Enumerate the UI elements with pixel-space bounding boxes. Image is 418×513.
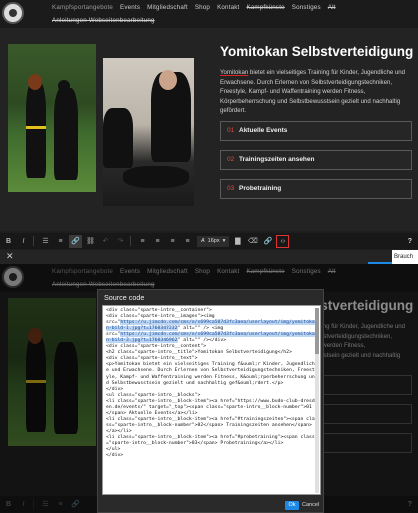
bold-icon[interactable]: B [2, 235, 15, 248]
training-photo-2 [103, 58, 194, 206]
bullet-list-icon[interactable]: ☰ [39, 235, 52, 248]
source-code-textarea[interactable]: <div class="sparte-intro__container"> <d… [102, 305, 321, 495]
block-aktuelle-events[interactable]: 01 Aktuelle Events [220, 121, 412, 141]
hero-text: Yomitokan bietet ein vielseitiges Traini… [220, 68, 415, 116]
block-trainingszeiten[interactable]: 02 Trainingszeiten ansehen [220, 150, 412, 170]
hero-title: Yomitokan Selbstverteidigung [220, 44, 414, 59]
nav-item-kontakt[interactable]: Kontakt [217, 4, 239, 11]
nav-item-anleitungen[interactable]: Anleitungen Webseitenbearbeitung [52, 17, 155, 24]
block-number: 02 [227, 156, 235, 163]
text-color-icon[interactable]: ▇ [231, 235, 244, 248]
source-code-icon[interactable]: ‹› [276, 234, 290, 248]
dialog-footer: Ok Cancel [98, 498, 323, 512]
ok-button[interactable]: Ok [285, 501, 299, 510]
source-code-dialog: Source code <div class="sparte-intro__co… [97, 289, 324, 513]
block-label: Trainingszeiten ansehen [239, 156, 315, 163]
nav-item-kampfkuenste[interactable]: Kampfkünste [246, 4, 284, 11]
block-label: Probetraining [239, 185, 282, 192]
training-photo-1 [8, 44, 96, 192]
italic-icon[interactable]: I [17, 235, 30, 248]
unlink-icon[interactable]: ⛓ [84, 235, 97, 248]
align-center-icon[interactable]: ≡ [151, 235, 164, 248]
link-edit-icon[interactable]: 🔗 [261, 235, 274, 248]
scrollbar[interactable] [315, 308, 319, 493]
undo-icon[interactable]: ↶ [99, 235, 112, 248]
cancel-button[interactable]: Cancel [302, 501, 319, 510]
hero-text-body: bietet ein vielseitiges Training für Kin… [220, 69, 406, 115]
nav-item-shop[interactable]: Shop [195, 4, 210, 11]
chevron-down-icon: ▾ [222, 238, 226, 244]
block-number: 03 [227, 185, 235, 192]
close-icon[interactable]: ✕ [6, 251, 14, 262]
nav-item-events[interactable]: Events [120, 4, 140, 11]
site-preview: Kampfsportangebote Events Mitgliedschaft… [0, 0, 418, 231]
font-icon: A [201, 238, 205, 244]
nav-item-alt[interactable]: Alt [328, 4, 336, 11]
link-icon[interactable]: 🔗 [69, 234, 82, 248]
code-segment: " alt="" /></div> <div class="sparte-int… [106, 338, 315, 459]
club-logo[interactable] [2, 2, 24, 24]
block-probetraining[interactable]: 03 Probetraining [220, 179, 412, 199]
block-number: 01 [227, 127, 235, 134]
source-code-content: <div class="sparte-intro__container"> <d… [103, 306, 320, 461]
scrollbar-thumb[interactable] [315, 308, 319, 354]
page: Kampfsportangebote Events Mitgliedschaft… [0, 0, 418, 513]
editor-toolbar: B I ☰ ≡ 🔗 ⛓ ↶ ↷ ≡ ≡ ≡ ≡ A 16px ▾ ▇ ⌫ 🔗 ‹… [0, 233, 418, 249]
block-label: Aktuelle Events [239, 127, 288, 134]
help-icon[interactable]: ? [408, 238, 412, 245]
nav-item-mitgliedschaft[interactable]: Mitgliedschaft [147, 4, 188, 11]
font-size-value: 16px [207, 238, 220, 244]
font-size-select[interactable]: A 16px ▾ [197, 235, 230, 247]
site-nav: Kampfsportangebote Events Mitgliedschaft… [0, 0, 418, 28]
clear-format-icon[interactable]: ⌫ [246, 235, 259, 248]
right-tab-label[interactable]: Brauch [392, 250, 418, 264]
nav-item-kampfsportangebote[interactable]: Kampfsportangebote [52, 4, 113, 11]
align-left-icon[interactable]: ≡ [136, 235, 149, 248]
numbered-list-icon[interactable]: ≡ [54, 235, 67, 248]
redo-icon[interactable]: ↷ [114, 235, 127, 248]
editor-strip: ✕ Brauch [0, 250, 418, 264]
nav-item-sonstiges[interactable]: Sonstiges [292, 4, 321, 11]
nav-menu: Kampfsportangebote Events Mitgliedschaft… [52, 4, 336, 11]
dialog-title: Source code [104, 293, 145, 302]
align-right-icon[interactable]: ≡ [166, 235, 179, 248]
hero-text-brand: Yomitokan [220, 69, 249, 76]
align-justify-icon[interactable]: ≡ [181, 235, 194, 248]
